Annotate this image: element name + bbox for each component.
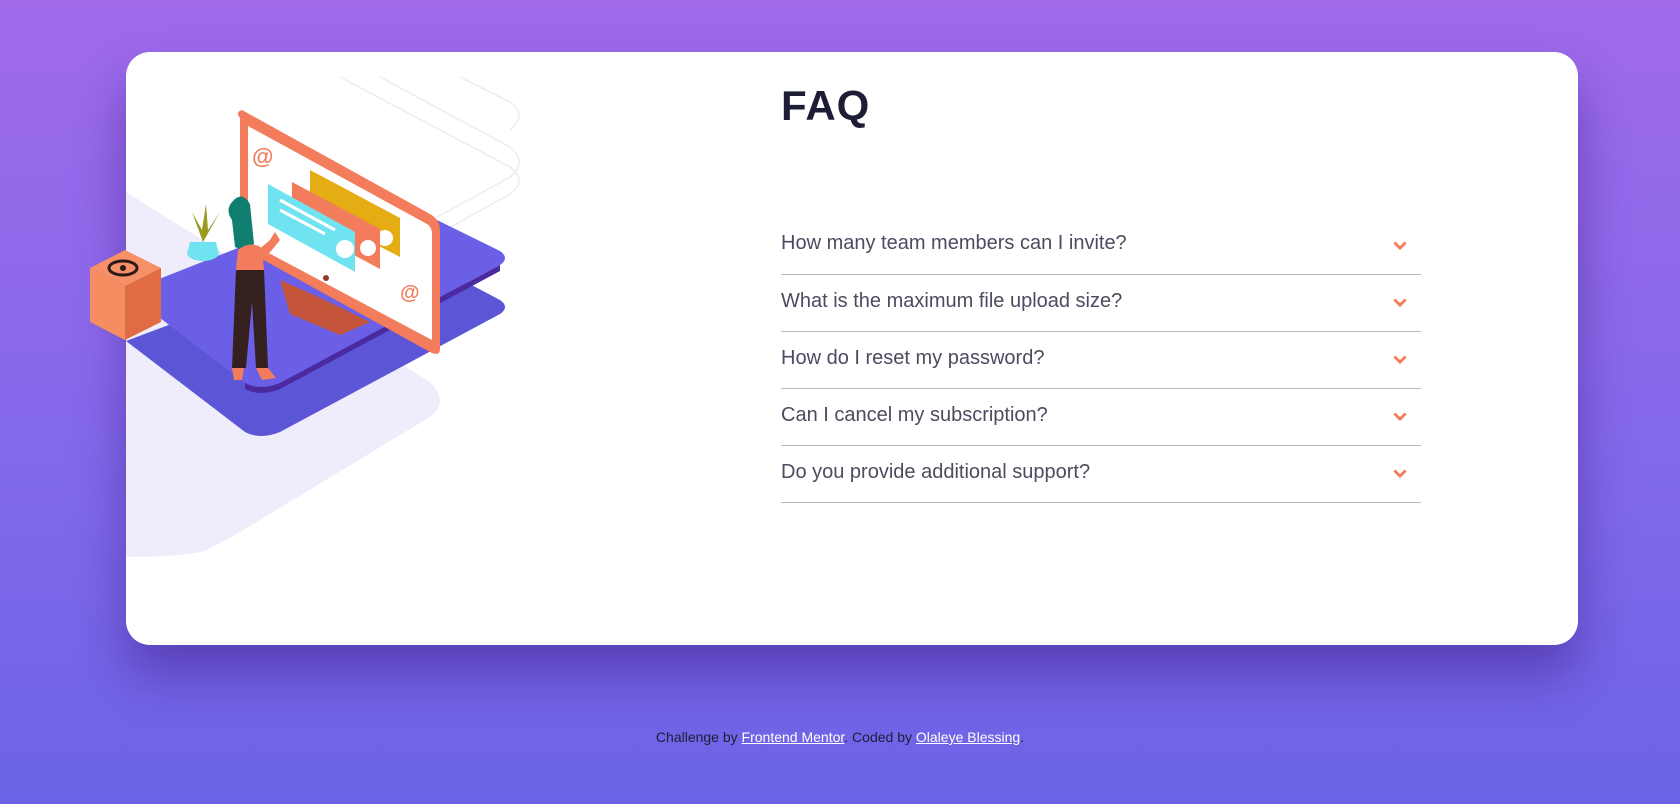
- faq-item-team-members[interactable]: How many team members can I invite?: [781, 217, 1421, 275]
- attribution-prefix: Challenge by: [655, 729, 742, 745]
- faq-question: Do you provide additional support?: [781, 460, 1091, 483]
- cube: [90, 250, 161, 340]
- attribution: Challenge by Frontend Mentor. Coded by O…: [0, 729, 1680, 745]
- svg-text:@: @: [252, 144, 273, 169]
- author-link[interactable]: Olaleye Blessing: [916, 729, 1020, 745]
- faq-item-reset-password[interactable]: How do I reset my password?: [781, 332, 1421, 389]
- frontend-mentor-link[interactable]: Frontend Mentor: [742, 729, 845, 745]
- attribution-suffix: .: [1020, 729, 1025, 745]
- faq-accordion: How many team members can I invite? What…: [781, 217, 1421, 503]
- svg-text:@: @: [400, 282, 420, 304]
- faq-question: Can I cancel my subscription?: [781, 403, 1048, 426]
- plant: [187, 204, 220, 261]
- faq-item-upload-size[interactable]: What is the maximum file upload size?: [781, 275, 1421, 332]
- attribution-separator: . Coded by: [844, 729, 916, 745]
- faq-item-additional-support[interactable]: Do you provide additional support?: [781, 446, 1421, 503]
- faq-item-cancel-subscription[interactable]: Can I cancel my subscription?: [781, 389, 1421, 446]
- faq-question: How many team members can I invite?: [781, 232, 1127, 254]
- faq-question: How do I reset my password?: [781, 346, 1045, 369]
- faq-title: FAQ: [781, 82, 871, 129]
- chevron-down-icon: [1393, 469, 1407, 479]
- faq-question: What is the maximum file upload size?: [781, 289, 1123, 312]
- chevron-down-icon: [1393, 412, 1407, 422]
- chevron-down-icon: [1393, 298, 1407, 308]
- woman-online-illustration: @ @: [90, 76, 520, 557]
- chevron-down-icon: [1393, 241, 1407, 250]
- chevron-down-icon: [1393, 355, 1407, 365]
